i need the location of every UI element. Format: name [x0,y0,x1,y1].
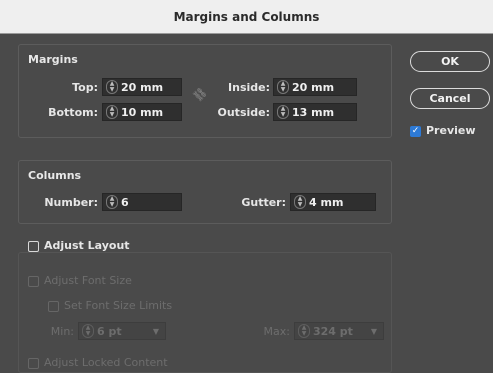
inside-field[interactable]: ▲ ▼ 20 mm [273,78,357,96]
adjust-locked-checkbox [28,358,39,369]
adjust-font-size-label: Adjust Font Size [44,274,132,287]
min-label: Min: [50,325,74,338]
preview-label: Preview [426,124,476,137]
stepper-icon: ▲ ▼ [298,324,310,338]
outside-value: 13 mm [292,105,335,119]
inside-label: Inside: [228,81,270,94]
gutter-label: Gutter: [241,196,286,209]
stepper-icon[interactable]: ▲ ▼ [277,105,289,119]
max-value: 324 pt [313,324,353,338]
set-font-limits-label: Set Font Size Limits [64,299,173,312]
ok-button[interactable]: OK [410,51,490,72]
chevron-down-icon: ▼ [370,326,377,336]
adjust-layout-checkbox[interactable] [28,241,39,252]
stepper-icon[interactable]: ▲ ▼ [106,195,118,209]
dialog-title: Margins and Columns [0,0,493,34]
number-label: Number: [44,196,98,209]
top-label: Top: [72,81,98,94]
bottom-field[interactable]: ▲ ▼ 10 mm [102,103,182,121]
gutter-field[interactable]: ▲ ▼ 4 mm [290,193,376,211]
top-value: 20 mm [121,80,164,94]
min-field: ▲ ▼ 6 pt ▼ [78,322,166,340]
stepper-icon: ▲ ▼ [82,324,94,338]
margins-title: Margins [28,53,78,66]
number-value: 6 [121,195,129,209]
columns-title: Columns [28,169,82,182]
stepper-icon[interactable]: ▲ ▼ [277,80,289,94]
bottom-label: Bottom: [48,106,98,119]
adjust-group [18,252,392,373]
number-field[interactable]: ▲ ▼ 6 [102,193,182,211]
outside-field[interactable]: ▲ ▼ 13 mm [273,103,357,121]
outside-label: Outside: [217,106,271,119]
stepper-icon[interactable]: ▲ ▼ [294,195,306,209]
adjust-layout-label: Adjust Layout [44,239,130,252]
preview-checkbox[interactable]: ✓ [410,126,421,137]
top-field[interactable]: ▲ ▼ 20 mm [102,78,182,96]
inside-value: 20 mm [292,80,335,94]
adjust-locked-label: Adjust Locked Content [44,356,168,369]
min-value: 6 pt [97,324,122,338]
stepper-icon[interactable]: ▲ ▼ [106,80,118,94]
adjust-font-size-checkbox [28,276,39,287]
cancel-button[interactable]: Cancel [410,88,490,109]
max-field: ▲ ▼ 324 pt ▼ [294,322,384,340]
gutter-value: 4 mm [309,195,344,209]
set-font-limits-checkbox [48,301,59,312]
stepper-icon[interactable]: ▲ ▼ [106,105,118,119]
bottom-value: 10 mm [121,105,164,119]
max-label: Max: [263,325,290,338]
chevron-down-icon: ▼ [152,326,159,336]
